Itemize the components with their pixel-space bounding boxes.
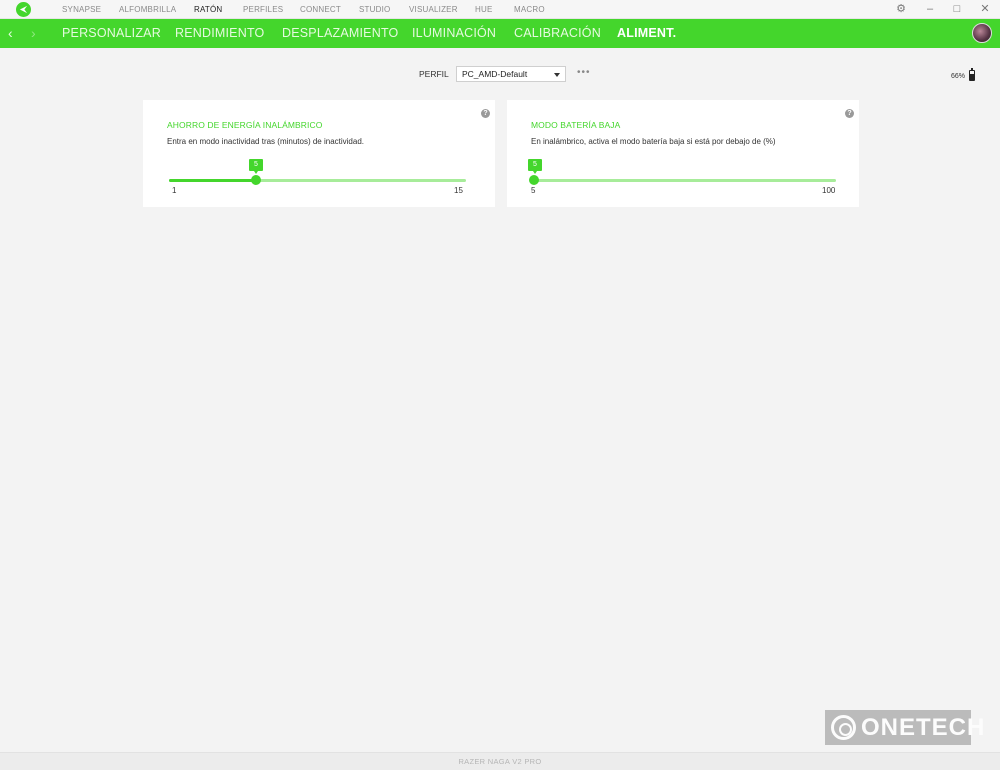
slider-track[interactable] (533, 179, 836, 182)
watermark-logo: ONETECH (825, 710, 984, 745)
slider-value-bubble: 5 (528, 159, 542, 174)
user-avatar[interactable] (972, 23, 992, 43)
top-nav-synapse[interactable]: SYNAPSE (62, 0, 119, 19)
device-name-footer: RAZER NAGA V2 PRO (0, 752, 1000, 770)
razer-logo-icon[interactable] (16, 2, 31, 17)
minimize-icon[interactable]: – (920, 0, 940, 19)
help-icon[interactable]: ? (845, 109, 854, 118)
top-nav-visualizer[interactable]: VISUALIZER (409, 0, 475, 19)
profile-label: PERFIL (419, 69, 449, 79)
profile-select[interactable]: PC_AMD-Default (456, 66, 566, 82)
slider-track-fill (169, 179, 256, 182)
tab-personalizar[interactable]: PERSONALIZAR (62, 19, 161, 48)
slider-track[interactable] (169, 179, 466, 182)
card-title: AHORRO DE ENERGÍA INALÁMBRICO (167, 120, 323, 130)
top-nav-studio[interactable]: STUDIO (359, 0, 409, 19)
top-nav: SYNAPSE ALFOMBRILLA RATÓN PERFILES CONNE… (62, 0, 559, 19)
help-icon[interactable]: ? (481, 109, 490, 118)
battery-icon (969, 68, 975, 81)
top-nav-macro[interactable]: MACRO (514, 0, 559, 19)
tab-desplazamiento[interactable]: DESPLAZAMIENTO (282, 19, 398, 48)
chevron-right-icon[interactable]: › (31, 19, 36, 48)
slider-max-label: 15 (454, 186, 463, 195)
tab-rendimiento[interactable]: RENDIMIENTO (175, 19, 264, 48)
top-nav-raton[interactable]: RATÓN (194, 0, 243, 19)
top-nav-hue[interactable]: HUE (475, 0, 514, 19)
profile-select-value: PC_AMD-Default (462, 69, 528, 79)
card-description: En inalámbrico, activa el modo batería b… (531, 137, 776, 146)
more-horizontal-icon[interactable]: ••• (577, 67, 591, 78)
sub-nav-bar: ‹ › PERSONALIZAR RENDIMIENTO DESPLAZAMIE… (0, 19, 1000, 48)
tab-calibracion[interactable]: CALIBRACIÓN (514, 19, 601, 48)
slider-thumb[interactable] (251, 175, 261, 185)
card-wireless-power-saving: ? AHORRO DE ENERGÍA INALÁMBRICO Entra en… (143, 100, 495, 207)
tab-iluminacion[interactable]: ILUMINACIÓN (412, 19, 496, 48)
chevron-left-icon[interactable]: ‹ (8, 19, 13, 48)
watermark-text: ONETECH (861, 714, 986, 741)
card-title: MODO BATERÍA BAJA (531, 120, 621, 130)
chevron-down-icon (554, 73, 560, 77)
slider-max-label: 100 (822, 186, 836, 195)
top-bar: SYNAPSE ALFOMBRILLA RATÓN PERFILES CONNE… (0, 0, 1000, 19)
slider-thumb[interactable] (529, 175, 539, 185)
maximize-icon[interactable]: □ (947, 0, 967, 19)
gear-icon[interactable]: ⚙ (891, 0, 911, 19)
top-nav-alfombrilla[interactable]: ALFOMBRILLA (119, 0, 194, 19)
slider-min-label: 5 (531, 186, 536, 195)
watermark-ring-icon (831, 715, 856, 740)
tab-aliment[interactable]: ALIMENT. (617, 19, 676, 48)
battery-percent: 66% (951, 73, 966, 80)
slider-min-label: 1 (172, 186, 177, 195)
top-nav-perfiles[interactable]: PERFILES (243, 0, 300, 19)
slider-value-bubble: 5 (249, 159, 263, 174)
card-description: Entra en modo inactividad tras (minutos)… (167, 137, 364, 146)
top-nav-connect[interactable]: CONNECT (300, 0, 359, 19)
close-icon[interactable]: ✕ (975, 0, 995, 19)
card-low-battery-mode: ? MODO BATERÍA BAJA En inalámbrico, acti… (507, 100, 859, 207)
battery-level-fill (970, 74, 974, 80)
